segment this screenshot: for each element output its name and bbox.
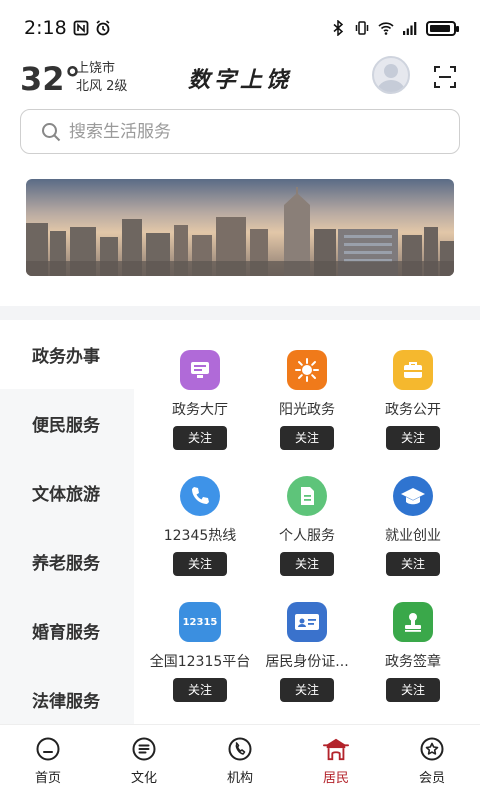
follow-button[interactable]: 关注 — [173, 678, 227, 702]
service-item[interactable]: 个人服务 关注 — [250, 446, 364, 576]
category-label: 婚育服务 — [32, 623, 100, 643]
tab-culture[interactable]: 文化 — [96, 725, 192, 800]
service-item[interactable]: 政务公开 关注 — [356, 320, 470, 450]
follow-button[interactable]: 关注 — [280, 678, 334, 702]
tab-label: 会员 — [418, 771, 445, 786]
status-left: 2:18 — [24, 17, 111, 39]
search-bar[interactable] — [20, 109, 460, 154]
category-label: 便民服务 — [32, 416, 100, 436]
phone-icon — [180, 476, 220, 516]
document-icon — [287, 476, 327, 516]
category-label: 法律服务 — [32, 692, 100, 712]
search-input[interactable] — [69, 121, 429, 142]
tab-label: 机构 — [226, 771, 253, 786]
tab-member[interactable]: 会员 — [384, 725, 480, 800]
category-item-convenience[interactable]: 便民服务 — [0, 389, 134, 458]
service-label: 全国12315平台 — [149, 654, 251, 670]
follow-button[interactable]: 关注 — [386, 678, 440, 702]
id-card-icon — [287, 602, 327, 642]
service-item[interactable]: 政务签章 关注 — [356, 572, 470, 702]
monitor-icon — [180, 350, 220, 390]
signal-icon — [403, 22, 417, 35]
category-label: 政务办事 — [32, 347, 100, 367]
member-icon — [420, 737, 444, 761]
service-item[interactable]: 政务大厅 关注 — [143, 320, 257, 450]
service-item[interactable]: 居民身份证... 关注 — [250, 572, 364, 702]
service-item[interactable]: 12315 全国12315平台 关注 — [143, 572, 257, 702]
service-item[interactable]: 就业创业 关注 — [356, 446, 470, 576]
vibrate-icon — [355, 21, 369, 35]
bottom-tab-bar: 首页 文化 机构 居民 会员 — [0, 724, 480, 800]
category-item-elderly-care[interactable]: 养老服务 — [0, 527, 134, 596]
badge-12315-text: 12315 — [182, 616, 218, 628]
tab-label: 文化 — [130, 771, 157, 786]
category-item-government[interactable]: 政务办事 — [0, 320, 134, 389]
category-nav: 政务办事 便民服务 文体旅游 养老服务 婚育服务 法律服务 — [0, 320, 134, 724]
city-skyline-image — [26, 179, 454, 276]
service-label: 政务大厅 — [172, 402, 228, 418]
resident-icon — [323, 738, 349, 761]
battery-icon — [426, 20, 459, 36]
service-item[interactable]: 阳光政务 关注 — [250, 320, 364, 450]
tab-institution[interactable]: 机构 — [192, 725, 288, 800]
culture-icon — [132, 737, 156, 761]
service-label: 居民身份证... — [265, 654, 349, 670]
status-right — [330, 20, 459, 36]
category-item-culture-tourism[interactable]: 文体旅游 — [0, 458, 134, 527]
scan-icon[interactable] — [434, 66, 456, 88]
city-banner-image[interactable] — [26, 179, 454, 276]
service-label: 政务签章 — [385, 654, 441, 670]
status-bar: 2:18 — [0, 0, 480, 56]
institution-icon — [228, 737, 252, 761]
category-label: 养老服务 — [32, 554, 100, 574]
section-divider — [0, 306, 480, 320]
bluetooth-icon — [333, 20, 344, 36]
header: 32° 上饶市 北风 2级 数字上饶 — [0, 56, 480, 102]
tab-label: 首页 — [34, 771, 61, 786]
search-icon — [42, 122, 61, 141]
stamp-icon — [393, 602, 433, 642]
badge-12315-icon: 12315 — [179, 602, 221, 642]
category-item-marriage-birth[interactable]: 婚育服务 — [0, 596, 134, 665]
service-label: 政务公开 — [385, 402, 441, 418]
category-label: 文体旅游 — [32, 485, 100, 505]
nfc-icon — [73, 20, 89, 36]
service-item[interactable]: 12345热线 关注 — [143, 446, 257, 576]
tab-resident[interactable]: 居民 — [288, 725, 384, 800]
service-grid: 政务大厅 关注 阳光政务 关注 政务公开 关注 12345热线 关注 个人服务 … — [134, 320, 480, 724]
graduation-cap-icon — [393, 476, 433, 516]
tab-label: 居民 — [322, 771, 349, 786]
category-item-legal[interactable]: 法律服务 — [0, 665, 134, 724]
briefcase-icon — [393, 350, 433, 390]
tab-home[interactable]: 首页 — [0, 725, 96, 800]
sun-icon — [287, 350, 327, 390]
avatar[interactable] — [372, 56, 410, 94]
user-avatar-icon — [377, 64, 405, 92]
wifi-icon — [378, 22, 394, 35]
service-label: 阳光政务 — [279, 402, 335, 418]
home-icon — [36, 737, 60, 761]
alarm-icon — [96, 20, 110, 36]
service-label: 个人服务 — [279, 528, 335, 544]
service-label: 12345热线 — [163, 528, 237, 544]
service-label: 就业创业 — [385, 528, 441, 544]
status-time: 2:18 — [24, 17, 67, 39]
